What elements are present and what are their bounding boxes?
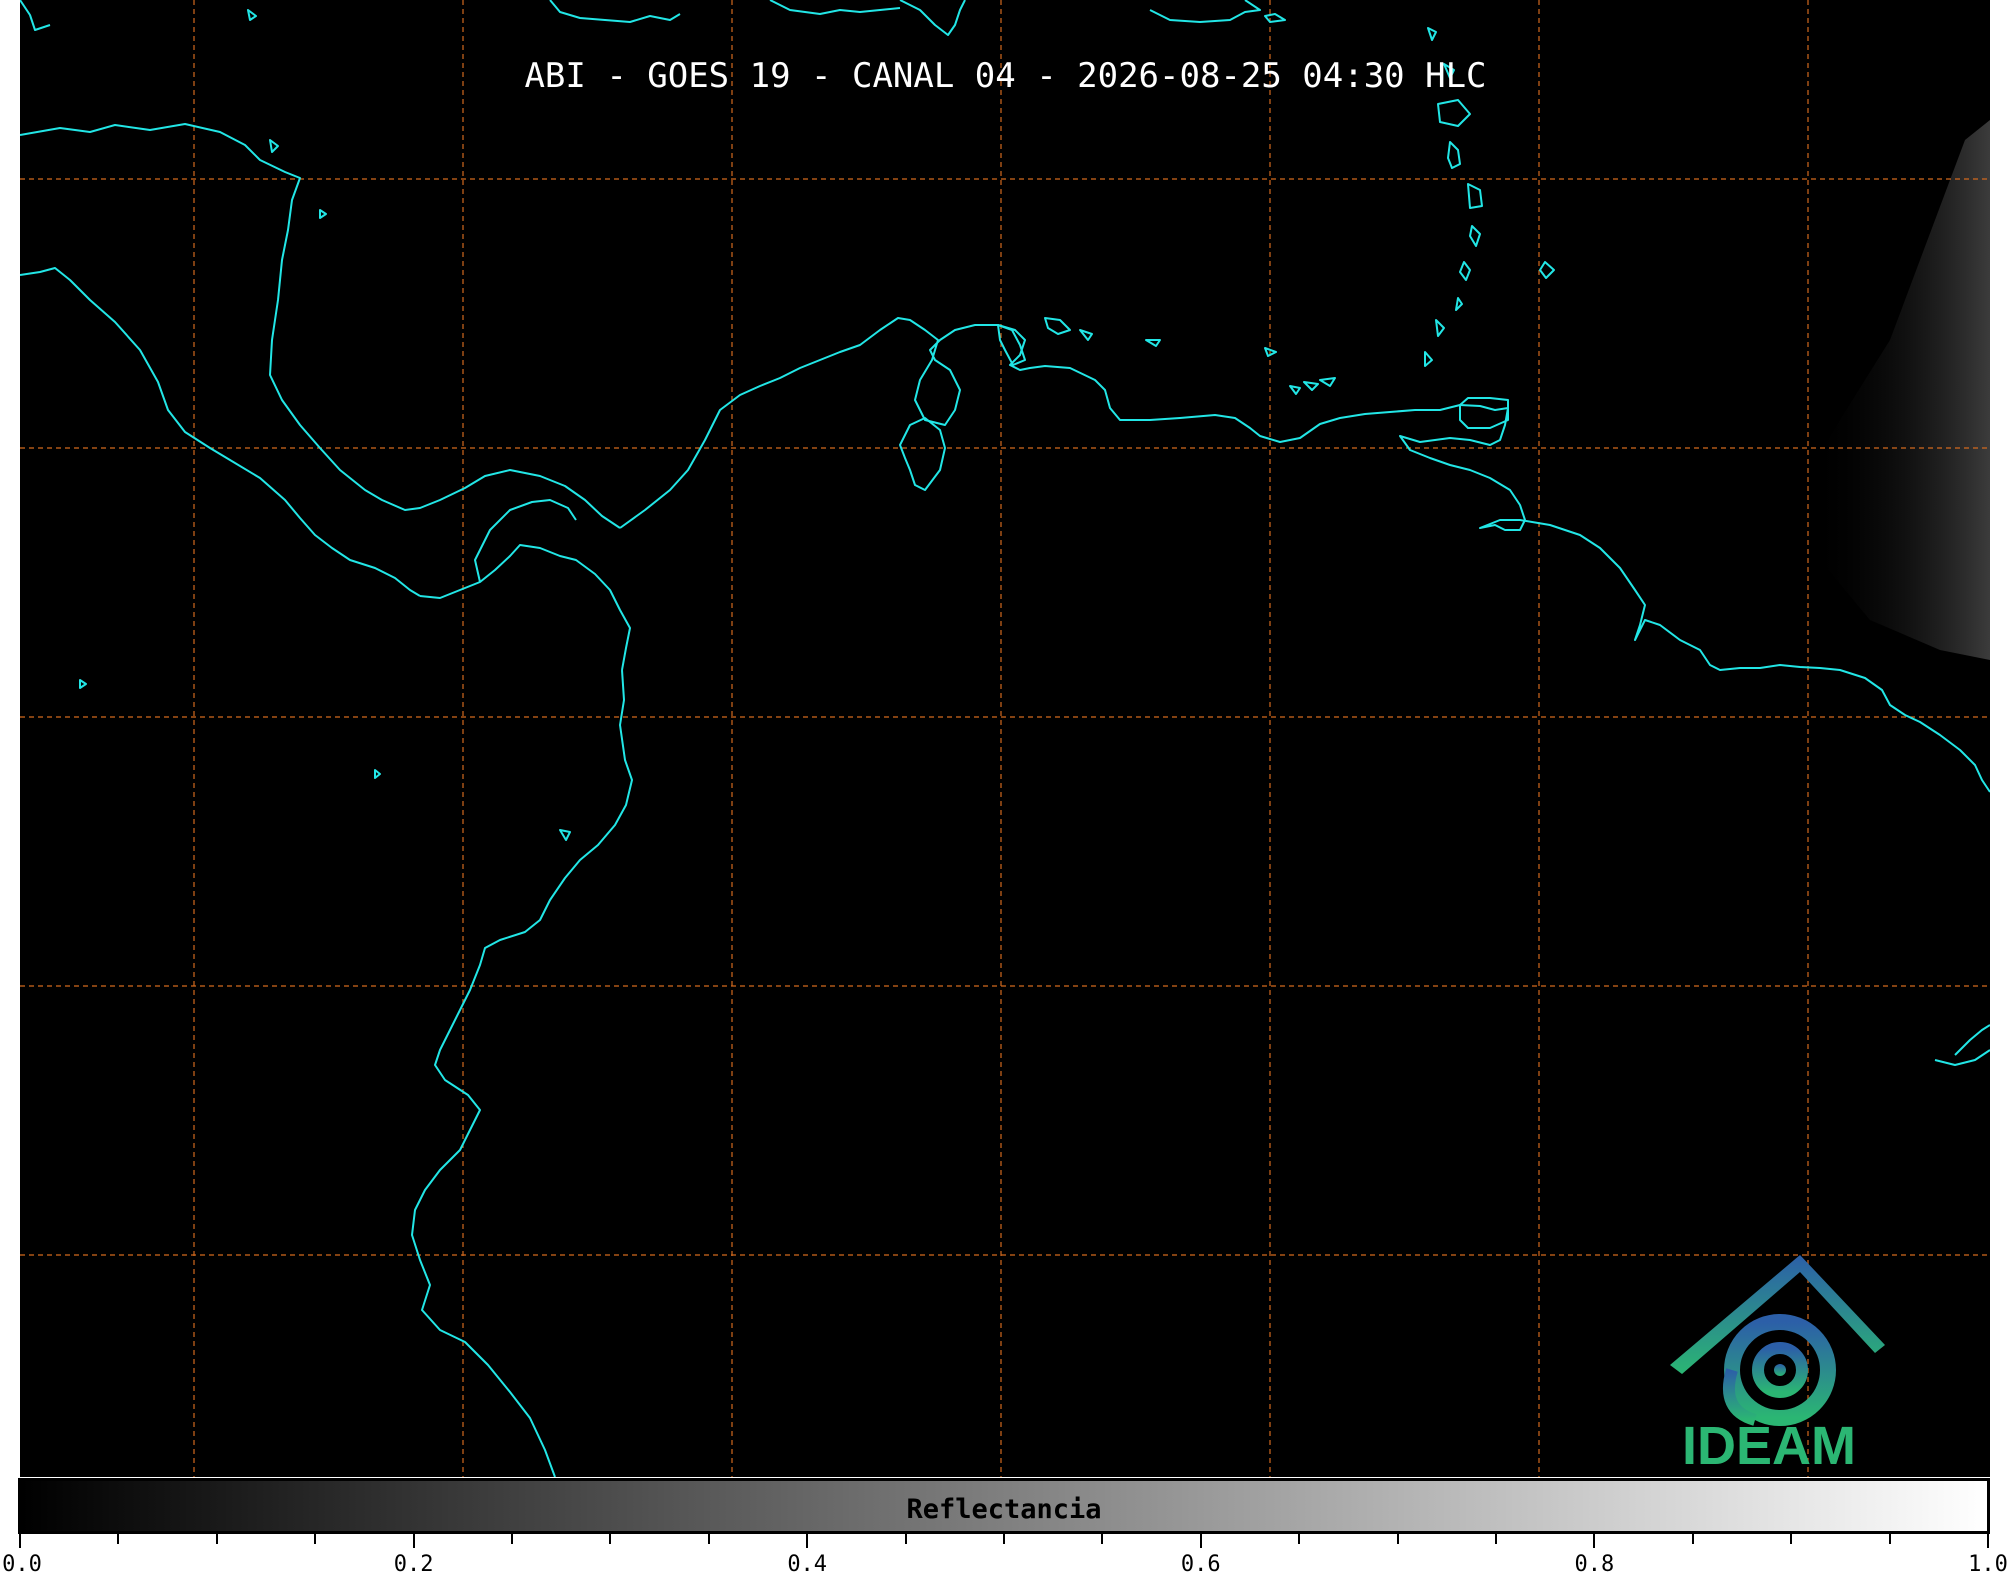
colorbar-minor-tick (1298, 1534, 1301, 1544)
colorbar-minor-tick (1003, 1534, 1005, 1544)
ideam-logo: IDEAM (1660, 1250, 1900, 1476)
ideam-logo-text: IDEAM (1682, 1416, 1856, 1476)
colorbar-major-tick (806, 1534, 809, 1548)
colorbar-tick-label: 1.0 (1968, 1552, 2008, 1577)
colorbar-minor-tick (215, 1534, 218, 1544)
colorbar-major-tick (1987, 1534, 1989, 1548)
colorbar: Reflectancia (18, 1478, 1990, 1534)
colorbar-minor-tick (314, 1534, 317, 1544)
colorbar-major-tick (412, 1534, 415, 1548)
colorbar-minor-tick (511, 1534, 513, 1544)
colorbar-minor-tick (1790, 1534, 1793, 1544)
cloud-area (1810, 120, 1990, 660)
colorbar-minor-tick (904, 1534, 907, 1544)
colorbar-ticks: 0.0 0.2 0.4 0.6 0.8 1.0 (0, 1534, 2011, 1577)
colorbar-minor-tick (1495, 1534, 1497, 1544)
colorbar-major-tick (1593, 1534, 1596, 1548)
colorbar-major-tick (19, 1534, 21, 1548)
colorbar-minor-tick (707, 1534, 710, 1544)
colorbar-minor-tick (1101, 1534, 1104, 1544)
colorbar-minor-tick (1691, 1534, 1694, 1544)
colorbar-tick-label: 0.4 (787, 1552, 828, 1577)
colorbar-tick-label: 0.2 (393, 1552, 434, 1577)
colorbar-tick-label: 0.8 (1574, 1552, 1615, 1577)
colorbar-minor-tick (609, 1534, 612, 1544)
colorbar-minor-tick (117, 1534, 120, 1544)
colorbar-tick-label: 0.6 (1180, 1552, 1221, 1577)
colorbar-tick-label: 0.0 (2, 1552, 42, 1577)
colorbar-minor-tick (1888, 1534, 1891, 1544)
colorbar-label: Reflectancia (906, 1494, 1102, 1525)
colorbar-major-tick (1199, 1534, 1202, 1548)
map-title: ABI - GOES 19 - CANAL 04 - 2026-08-25 04… (524, 56, 1487, 96)
colorbar-minor-tick (1396, 1534, 1399, 1544)
